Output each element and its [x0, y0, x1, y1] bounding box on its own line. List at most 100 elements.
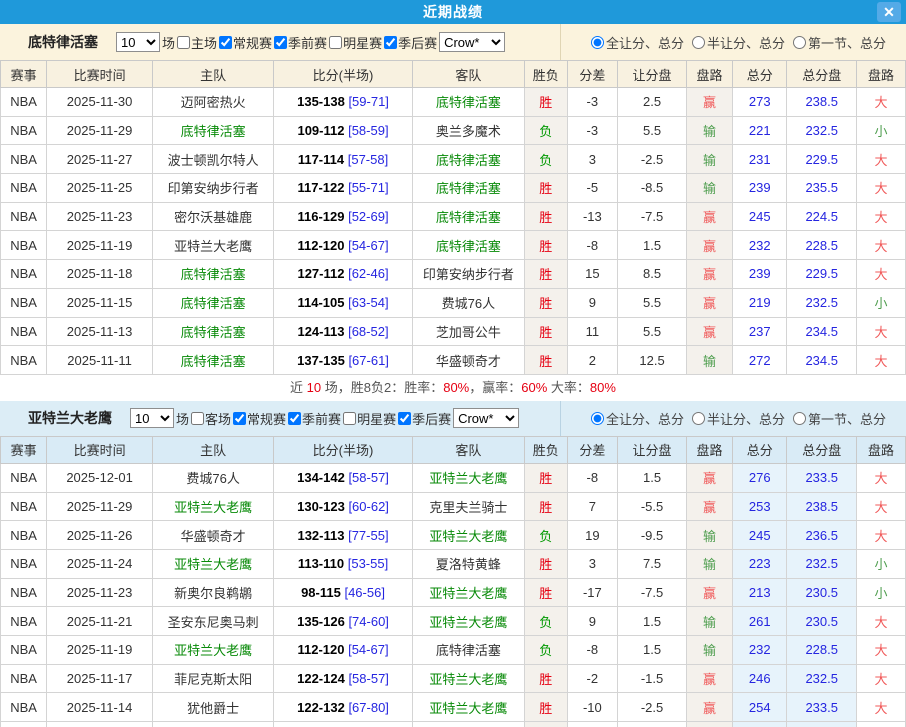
summary-text: ，赢率： [469, 380, 521, 395]
radio-input[interactable] [793, 36, 806, 49]
cell-total-line: 228.5 [787, 636, 857, 665]
cell-score: 122-124 [58-57] [274, 664, 412, 693]
cell-result: 胜 [524, 174, 567, 203]
table-row: NBA2025-11-19亚特兰大老鹰112-120 [54-67]底特律活塞负… [1, 636, 906, 665]
cell-over-under: 大 [857, 231, 906, 260]
column-header: 总分 [733, 436, 787, 463]
cell-away-team: 底特律活塞 [412, 88, 524, 117]
score-halftime: [58-59] [344, 123, 388, 138]
checkbox-input[interactable] [177, 36, 190, 49]
score-halftime: [62-46] [344, 266, 388, 281]
cell-diff: 2 [567, 346, 618, 375]
cell-handicap: -2.5 [618, 145, 687, 174]
cell-diff: 3 [567, 549, 618, 578]
radio-input[interactable] [793, 412, 806, 425]
radio-input[interactable] [591, 412, 604, 425]
checkbox-input[interactable] [398, 412, 411, 425]
section-hawks: 亚特兰大老鹰 10 场 客场常规赛季前赛明星赛季后赛 Crow* 全让分、总分半… [0, 401, 906, 727]
column-header: 客队 [412, 61, 524, 88]
stat-mode-radio[interactable]: 第一节、总分 [793, 409, 886, 428]
cell-handicap-result: 输 [686, 607, 732, 636]
filter-checkbox[interactable]: 季后赛 [396, 409, 451, 428]
cell-league: NBA [1, 607, 47, 636]
filter-checkbox[interactable]: 常规赛 [231, 409, 286, 428]
checkbox-input[interactable] [288, 412, 301, 425]
score-halftime: [55-71] [344, 180, 388, 195]
cell-handicap-result: 赢 [686, 288, 732, 317]
table-row: NBA2025-12-01费城76人134-142 [58-57]亚特兰大老鹰胜… [1, 463, 906, 492]
cell-total: 239 [733, 260, 787, 289]
cell-handicap: 2.5 [618, 88, 687, 117]
games-count-select[interactable]: 10 [116, 32, 160, 52]
filter-controls: 底特律活塞 10 场 主场常规赛季前赛明星赛季后赛 Crow* [0, 24, 560, 60]
column-header: 胜负 [524, 61, 567, 88]
checkbox-input[interactable] [384, 36, 397, 49]
radio-input[interactable] [692, 412, 705, 425]
cell-home-team: 密尔沃基雄鹿 [153, 202, 274, 231]
cell-home-team: 亚特兰大老鹰 [153, 492, 274, 521]
cell-league: NBA [1, 260, 47, 289]
summary-text: 近 [290, 380, 307, 395]
cell-score: 135-126 [74-60] [274, 607, 412, 636]
checkbox-input[interactable] [191, 412, 204, 425]
column-header: 总分 [733, 61, 787, 88]
stat-mode-radio[interactable]: 半让分、总分 [692, 409, 785, 428]
checkbox-input[interactable] [274, 36, 287, 49]
bookmaker-select[interactable]: Crow* [439, 32, 505, 52]
cell-date: 2025-11-19 [47, 231, 153, 260]
cell-over-under: 小 [857, 116, 906, 145]
cell-over-under: 大 [857, 607, 906, 636]
filter-checkbox[interactable]: 季后赛 [382, 33, 437, 52]
radio-input[interactable] [591, 36, 604, 49]
column-header: 胜负 [524, 436, 567, 463]
cell-result: 胜 [524, 202, 567, 231]
cell-handicap-result: 赢 [686, 722, 732, 727]
cell-total: 213 [733, 578, 787, 607]
table-row: NBA2025-11-30迈阿密热火135-138 [59-71]底特律活塞胜-… [1, 88, 906, 117]
cell-total-line: 235.5 [787, 174, 857, 203]
filter-checkbox[interactable]: 客场 [189, 409, 231, 428]
score-fulltime: 132-113 [297, 528, 344, 543]
checkbox-input[interactable] [233, 412, 246, 425]
cell-over-under: 小 [857, 288, 906, 317]
checkbox-input[interactable] [219, 36, 232, 49]
score-halftime: [58-57] [345, 470, 389, 485]
radio-input[interactable] [692, 36, 705, 49]
cell-home-team: 犹他爵士 [153, 693, 274, 722]
cell-result: 胜 [524, 578, 567, 607]
cell-handicap: -9.5 [618, 521, 687, 550]
cell-result: 胜 [524, 549, 567, 578]
games-count-select[interactable]: 10 [130, 408, 174, 428]
stat-mode-radio[interactable]: 全让分、总分 [591, 33, 684, 52]
filter-checkbox[interactable]: 明星赛 [341, 409, 396, 428]
bookmaker-select[interactable]: Crow* [453, 408, 519, 428]
filter-checkboxes: 客场常规赛季前赛明星赛季后赛 [189, 409, 451, 428]
cell-over-under: 小 [857, 549, 906, 578]
table-row: NBA2025-11-25印第安纳步行者117-122 [55-71]底特律活塞… [1, 174, 906, 203]
stat-mode-radio[interactable]: 全让分、总分 [591, 409, 684, 428]
cell-handicap: -7.5 [618, 578, 687, 607]
cell-handicap-result: 输 [686, 549, 732, 578]
cell-over-under: 大 [857, 664, 906, 693]
stat-mode-radios: 全让分、总分半让分、总分第一节、总分 [560, 401, 906, 436]
results-table: 赛事比赛时间主队比分(半场)客队胜负分差让分盘盘路总分总分盘盘路 NBA2025… [0, 60, 906, 375]
checkbox-input[interactable] [343, 412, 356, 425]
cell-total-line: 232.5 [787, 664, 857, 693]
cell-handicap: 5.5 [618, 317, 687, 346]
stat-mode-radio[interactable]: 第一节、总分 [793, 33, 886, 52]
filter-checkbox[interactable]: 明星赛 [327, 33, 382, 52]
cell-home-team: 迈阿密热火 [153, 88, 274, 117]
stat-mode-radio[interactable]: 半让分、总分 [692, 33, 785, 52]
filter-checkbox[interactable]: 季前赛 [272, 33, 327, 52]
filter-checkbox[interactable]: 主场 [175, 33, 217, 52]
cell-away-team: 克里夫兰骑士 [412, 492, 524, 521]
checkbox-input[interactable] [329, 36, 342, 49]
cell-total: 221 [733, 116, 787, 145]
close-button[interactable]: ✕ [877, 2, 901, 22]
cell-result: 胜 [524, 288, 567, 317]
filter-checkbox[interactable]: 季前赛 [286, 409, 341, 428]
score-fulltime: 113-110 [298, 556, 344, 571]
cell-league: NBA [1, 549, 47, 578]
filter-checkbox[interactable]: 常规赛 [217, 33, 272, 52]
cell-away-team: 亚特兰大老鹰 [412, 722, 524, 727]
